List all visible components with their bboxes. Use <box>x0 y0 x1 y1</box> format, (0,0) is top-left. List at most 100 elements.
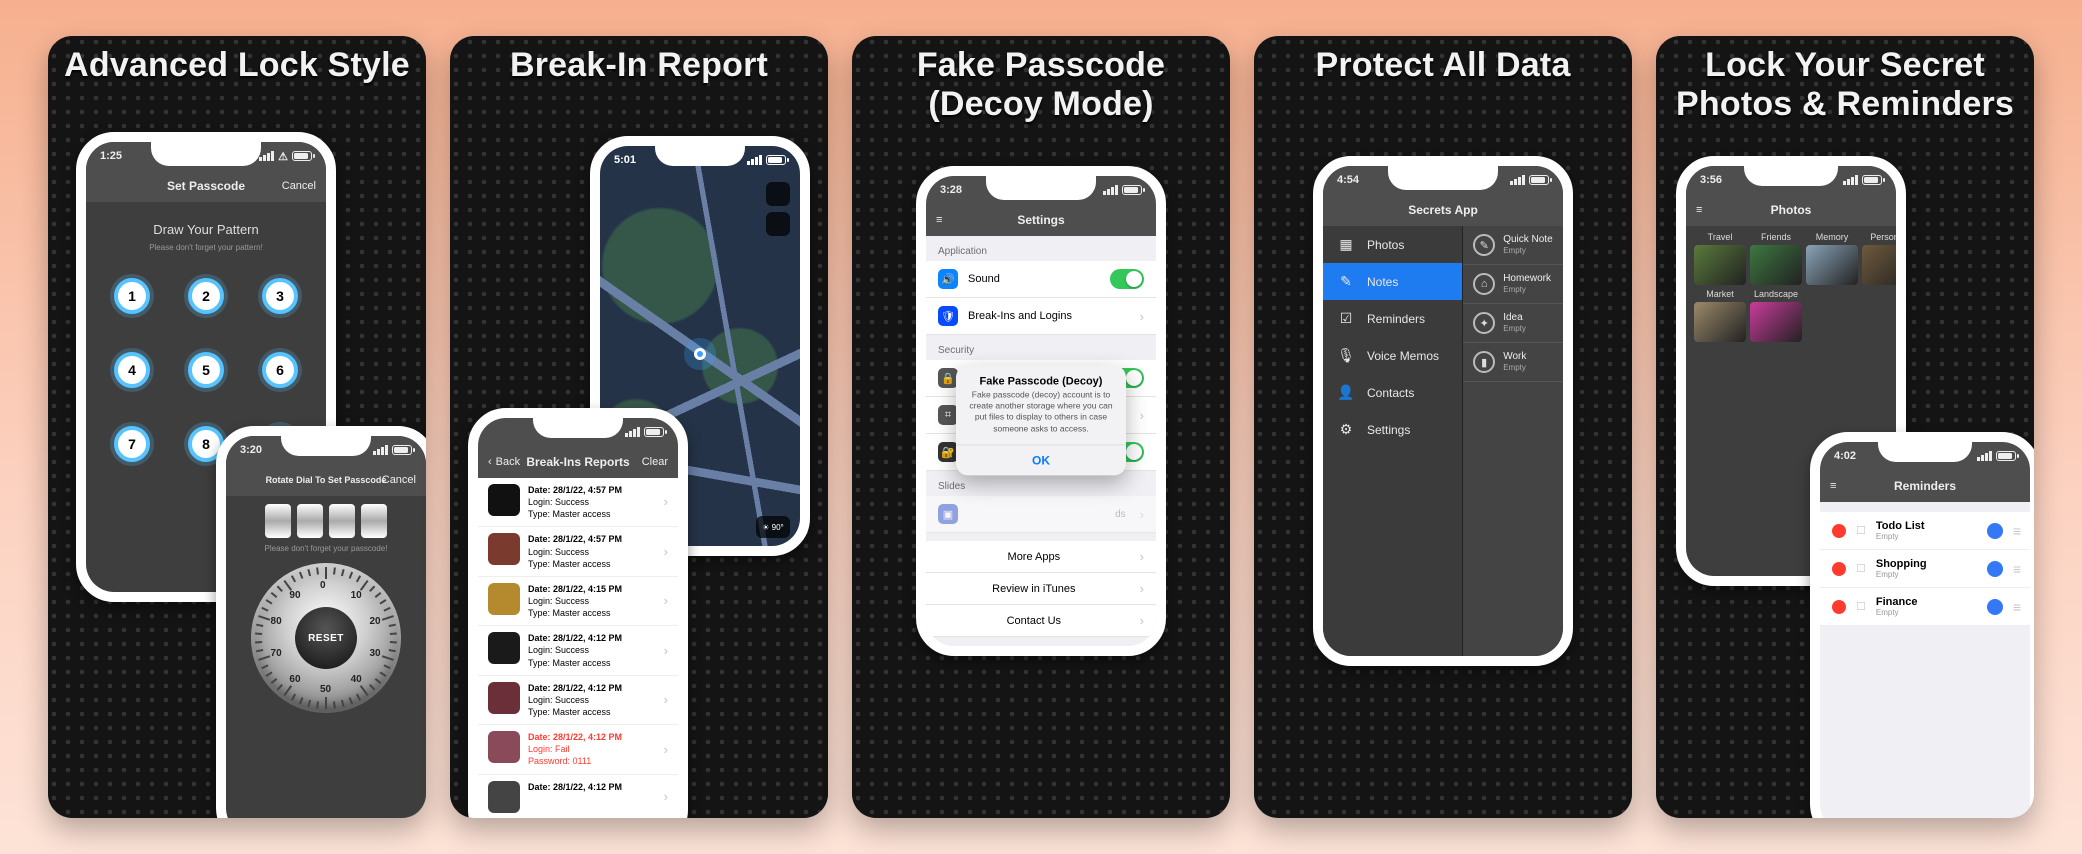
phone-settings: 3:28 ≡ Settings Application 🔊 Sound 🛡 Br… <box>916 166 1166 656</box>
section-security: Security <box>926 335 1156 360</box>
panel-title: Protect All Data <box>1254 46 1632 85</box>
status-time: 5:01 <box>614 154 636 166</box>
reminders-icon: ☑ <box>1337 310 1355 327</box>
panel-title: Break-In Report <box>450 46 828 85</box>
menu-icon[interactable]: ≡ <box>1696 204 1702 216</box>
report-row[interactable]: Date: 28/1/22, 4:57 PM Login: Success Ty… <box>478 478 678 527</box>
status-icons <box>1103 185 1142 195</box>
pattern-dot[interactable]: 6 <box>262 352 298 388</box>
reminder-row[interactable]: ☐ Todo ListEmpty ≡ <box>1820 512 2030 550</box>
status-icons <box>1977 451 2016 461</box>
status-time: 4:54 <box>1337 174 1359 186</box>
map-control-icon[interactable] <box>766 212 790 236</box>
note-folder[interactable]: ⌂HomeworkEmpty <box>1463 265 1563 304</box>
row-contact[interactable]: Contact Us› <box>926 605 1156 637</box>
pattern-sub: Please don't forget your pattern! <box>86 243 326 252</box>
panel-breakin-report: Break-In Report 5:01 ☀ 90° ‹ Back Break-… <box>450 36 828 818</box>
delete-icon[interactable] <box>1832 524 1846 538</box>
phone-dial: 3:20 Rotate Dial To Set Passcode Cancel … <box>216 426 426 818</box>
version-label: Version 3.0 <box>926 637 1156 646</box>
pattern-dot[interactable]: 4 <box>114 352 150 388</box>
menu-icon[interactable]: ≡ <box>936 214 942 226</box>
photos-icon: ▦ <box>1337 236 1355 253</box>
report-row[interactable]: Date: 28/1/22, 4:12 PM Login: Success Ty… <box>478 676 678 725</box>
chevron-right-icon: › <box>664 788 668 806</box>
panel-protect-data: Protect All Data 4:54 Secrets App ▦Photo… <box>1254 36 1632 818</box>
report-row[interactable]: Date: 28/1/22, 4:12 PM Login: Success Ty… <box>478 626 678 675</box>
location-pin-icon <box>694 348 706 360</box>
row-slides[interactable]: ▣ ds › <box>926 496 1156 533</box>
drag-handle-icon[interactable]: ≡ <box>2013 561 2018 577</box>
panel-fake-passcode: Fake Passcode (Decoy Mode) 3:28 ≡ Settin… <box>852 36 1230 818</box>
status-time: 3:56 <box>1700 174 1722 186</box>
album-memory[interactable]: Memory <box>1806 232 1858 285</box>
report-row[interactable]: Date: 28/1/22, 4:57 PM Login: Success Ty… <box>478 527 678 576</box>
menu-item-reminders[interactable]: ☑Reminders <box>1323 300 1462 337</box>
note-folder[interactable]: ✦IdeaEmpty <box>1463 304 1563 343</box>
weather-badge: ☀ 90° <box>756 516 790 538</box>
pattern-dot[interactable]: 1 <box>114 278 150 314</box>
dial-sub: Please don't forget your passcode! <box>226 544 426 553</box>
map-control-icon[interactable] <box>766 182 790 206</box>
cancel-button[interactable]: Cancel <box>382 474 416 486</box>
reminder-row[interactable]: ☐ FinanceEmpty ≡ <box>1820 588 2030 626</box>
chevron-right-icon: › <box>664 493 668 511</box>
row-sound[interactable]: 🔊 Sound <box>926 261 1156 298</box>
phone-report: ‹ Back Break-Ins Reports Clear Date: 28/… <box>468 408 688 818</box>
alert-ok-button[interactable]: OK <box>956 444 1126 475</box>
reset-button[interactable]: RESET <box>295 607 357 669</box>
reminder-row[interactable]: ☐ ShoppingEmpty ≡ <box>1820 550 2030 588</box>
menu-item-notes[interactable]: ✎Notes <box>1323 263 1462 300</box>
menu-icon[interactable]: ≡ <box>1830 480 1836 492</box>
album-travel[interactable]: Travel <box>1694 232 1746 285</box>
pattern-dot[interactable]: 5 <box>188 352 224 388</box>
drag-handle-icon[interactable]: ≡ <box>2013 523 2018 539</box>
edit-icon[interactable] <box>1987 561 2003 577</box>
toggle-sound[interactable] <box>1110 269 1144 289</box>
menu-item-voice-memos[interactable]: 🎙Voice Memos <box>1323 337 1462 374</box>
menu-item-settings[interactable]: ⚙Settings <box>1323 411 1462 448</box>
report-list[interactable]: Date: 28/1/22, 4:57 PM Login: Success Ty… <box>478 478 678 818</box>
report-row[interactable]: Date: 28/1/22, 4:15 PM Login: Success Ty… <box>478 577 678 626</box>
back-button[interactable]: ‹ Back <box>488 456 520 468</box>
phone-reminders: 4:02 ≡ Reminders ☐ Todo ListEmpty ≡ ☐ Sh… <box>1810 432 2034 818</box>
pattern-dot[interactable]: 7 <box>114 426 150 462</box>
album-friends[interactable]: Friends <box>1750 232 1802 285</box>
status-icons: ⚠ <box>259 150 312 163</box>
reminders-list[interactable]: ☐ Todo ListEmpty ≡ ☐ ShoppingEmpty ≡ ☐ F… <box>1820 512 2030 626</box>
panel-title: Advanced Lock Style <box>48 46 426 85</box>
alert-title: Fake Passcode (Decoy) <box>956 366 1126 390</box>
safe-dial[interactable]: RESET 0102030405060708090 <box>251 563 401 713</box>
nav-title: Break-Ins Reports <box>526 455 629 469</box>
row-review[interactable]: Review in iTunes› <box>926 573 1156 605</box>
edit-icon[interactable] <box>1987 523 2003 539</box>
report-row[interactable]: Date: 28/1/22, 4:12 PM › <box>478 775 678 818</box>
settings-icon: ⚙ <box>1337 421 1355 438</box>
album-market[interactable]: Market <box>1694 289 1746 342</box>
status-time: 4:02 <box>1834 450 1856 462</box>
drag-handle-icon[interactable]: ≡ <box>2013 599 2018 615</box>
delete-icon[interactable] <box>1832 600 1846 614</box>
chevron-right-icon: › <box>664 543 668 561</box>
clear-button[interactable]: Clear <box>642 456 668 468</box>
pattern-dot[interactable]: 3 <box>262 278 298 314</box>
nav-title: Rotate Dial To Set Passcode <box>266 475 387 485</box>
cancel-button[interactable]: Cancel <box>282 180 316 192</box>
menu-item-contacts[interactable]: 👤Contacts <box>1323 374 1462 411</box>
album-landscape[interactable]: Landscape <box>1750 289 1802 342</box>
report-row[interactable]: Date: 28/1/22, 4:12 PM Login: Fail Passw… <box>478 725 678 774</box>
row-breakins[interactable]: 🛡 Break-Ins and Logins › <box>926 298 1156 335</box>
menu-item-photos[interactable]: ▦Photos <box>1323 226 1462 263</box>
pattern-heading: Draw Your Pattern <box>86 222 326 237</box>
pattern-dot[interactable]: 2 <box>188 278 224 314</box>
note-folder[interactable]: ▮WorkEmpty <box>1463 343 1563 382</box>
photo-album-grid[interactable]: TravelFriendsMemoryPersonal MarketLandsca… <box>1686 226 1896 348</box>
note-folder[interactable]: ✎Quick NoteEmpty <box>1463 226 1563 265</box>
delete-icon[interactable] <box>1832 562 1846 576</box>
shield-icon: 🛡 <box>938 306 958 326</box>
nav-title: Photos <box>1771 203 1812 217</box>
edit-icon[interactable] <box>1987 599 2003 615</box>
album-personal[interactable]: Personal <box>1862 232 1896 285</box>
chevron-right-icon: › <box>1140 309 1144 324</box>
row-more-apps[interactable]: More Apps› <box>926 541 1156 573</box>
